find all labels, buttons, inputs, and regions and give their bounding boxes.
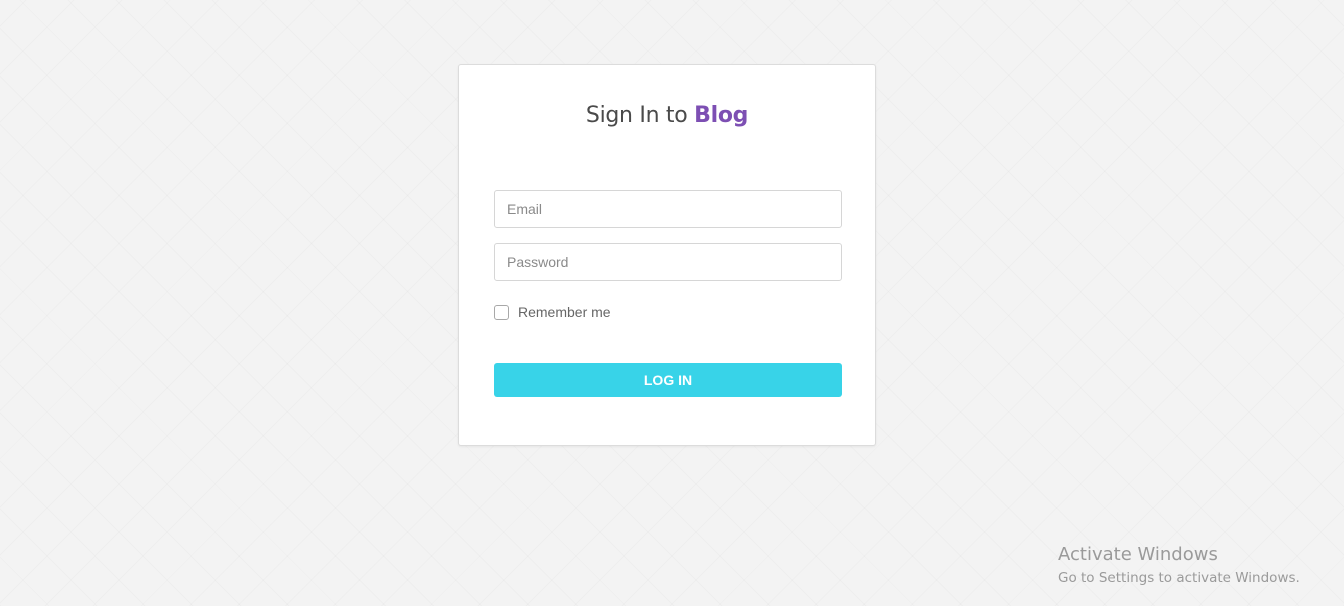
page-title: Sign In to Blog [459,103,875,128]
login-card: Sign In to Blog Remember me LOG IN [458,64,876,446]
brand-name: Blog [694,103,749,128]
remember-me-checkbox[interactable] [494,304,509,320]
password-field[interactable] [494,243,842,281]
watermark-title: Activate Windows [1058,544,1218,565]
activate-windows-watermark: Activate Windows Go to Settings to activ… [1058,544,1300,588]
title-prefix: Sign In to [585,103,688,128]
email-field[interactable] [494,190,842,228]
login-button[interactable]: LOG IN [494,363,842,397]
remember-me-label: Remember me [518,304,611,320]
watermark-subtitle: Go to Settings to activate Windows. [1058,570,1300,586]
remember-me[interactable]: Remember me [494,303,611,321]
